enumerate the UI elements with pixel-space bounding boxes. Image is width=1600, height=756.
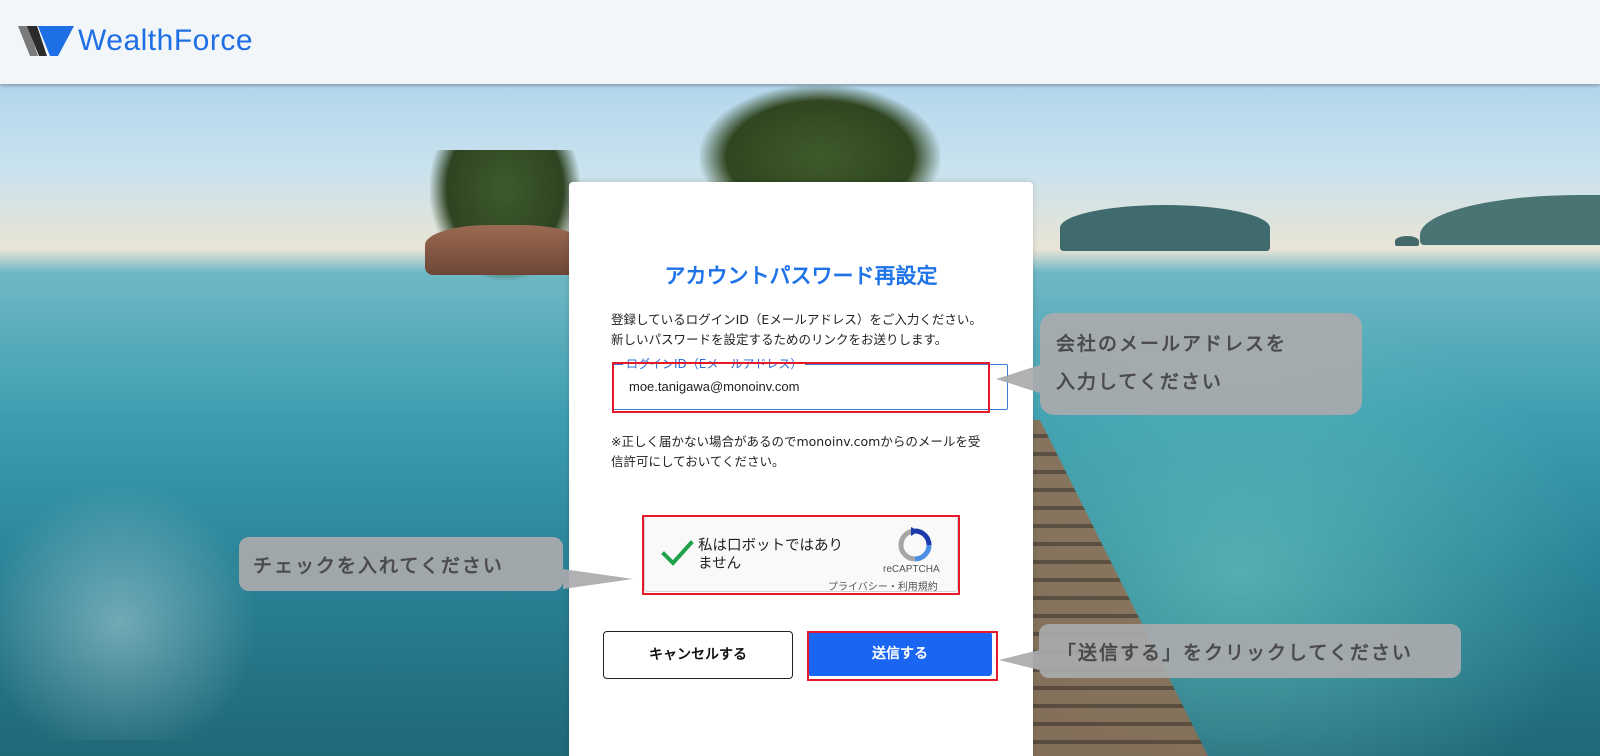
highlight-submit-button <box>807 631 998 681</box>
cancel-button[interactable]: キャンセルする <box>603 631 793 679</box>
callout-tail <box>563 569 633 589</box>
callout-tail <box>999 650 1039 670</box>
callout-email-line-1: 会社のメールアドレスを <box>1056 333 1288 355</box>
callout-email-line-2: 入力してください <box>1056 371 1223 393</box>
top-header: WealthForce <box>0 0 1600 84</box>
callout-email-hint: 会社のメールアドレスを 入力してください <box>996 313 1362 415</box>
page-title: アカウントパスワード再設定 <box>664 264 938 288</box>
island-small <box>1395 236 1419 246</box>
highlight-recaptcha <box>642 515 960 595</box>
note-line-1: ※正しく届かない場合があるのでmonoinv.comからのメールを受 <box>611 434 981 449</box>
delivery-note: ※正しく届かない場合があるのでmonoinv.comからのメールを受 信許可にし… <box>611 432 1001 472</box>
highlight-email-field <box>612 362 990 413</box>
callout-tail <box>996 365 1040 393</box>
callout-captcha-text: チェックを入れてください <box>253 555 504 577</box>
water-sparkle <box>0 480 300 740</box>
callout-submit-hint: 「送信する」をクリックしてください <box>999 624 1461 678</box>
callout-captcha-hint: チェックを入れてください <box>239 537 633 591</box>
callout-submit-text: 「送信する」をクリックしてください <box>1057 642 1413 664</box>
intro-text: 登録しているログインID（Eメールアドレス）をご入力ください。 新しいパスワード… <box>611 310 1001 350</box>
intro-line-2: 新しいパスワードを設定するためのリンクをお送りします。 <box>611 332 948 347</box>
note-line-2: 信許可にしておいてください。 <box>611 454 785 469</box>
brand-name: WealthForce <box>78 24 254 57</box>
island-cliff-left <box>425 225 585 275</box>
island-right <box>1060 205 1270 251</box>
island-far-right <box>1420 195 1600 245</box>
brand-logo[interactable]: WealthForce <box>18 24 253 58</box>
wealthforce-logo-icon <box>18 26 74 56</box>
intro-line-1: 登録しているログインID（Eメールアドレス）をご入力ください。 <box>611 312 982 327</box>
